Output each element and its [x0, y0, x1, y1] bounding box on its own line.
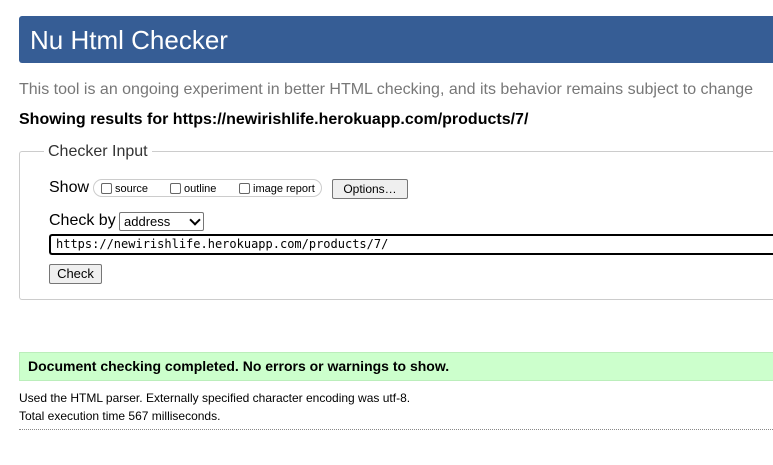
- check-by-select[interactable]: address: [119, 212, 204, 231]
- show-label: Show: [49, 179, 90, 196]
- result-success-message: Document checking completed. No errors o…: [19, 352, 773, 381]
- source-checkbox[interactable]: [101, 183, 112, 194]
- checker-input-legend: Checker Input: [44, 142, 152, 162]
- options-button[interactable]: Options…: [332, 179, 408, 199]
- tagline: This tool is an ongoing experiment in be…: [19, 81, 754, 98]
- results-for-heading: Showing results for https://newirishlife…: [19, 111, 529, 128]
- image-report-option[interactable]: image report: [239, 181, 315, 196]
- outline-option[interactable]: outline: [170, 181, 216, 196]
- outline-option-label: outline: [184, 182, 217, 195]
- source-option[interactable]: source: [101, 181, 148, 196]
- show-options-group: source outline image report: [93, 179, 322, 197]
- chevron-down-icon: [189, 214, 201, 226]
- execution-time: Total execution time 567 milliseconds.: [19, 409, 221, 423]
- check-by-label: Check by: [49, 212, 116, 229]
- source-option-label: source: [115, 182, 149, 195]
- app-header: Nu Html Checker: [19, 16, 773, 63]
- result-details: Used the HTML parser. Externally specifi…: [19, 389, 410, 425]
- check-button[interactable]: Check: [49, 264, 102, 284]
- divider: [19, 429, 773, 430]
- image-report-checkbox[interactable]: [239, 183, 250, 194]
- checker-input-fieldset: Checker Input Show source outline image …: [19, 142, 773, 300]
- image-report-option-label: image report: [253, 182, 315, 195]
- url-input[interactable]: https://newirishlife.herokuapp.com/produ…: [49, 234, 773, 255]
- parser-info: Used the HTML parser. Externally specifi…: [19, 391, 411, 405]
- check-by-selected-value: address: [124, 214, 171, 229]
- page-title: Nu Html Checker: [30, 25, 228, 55]
- outline-checkbox[interactable]: [170, 183, 181, 194]
